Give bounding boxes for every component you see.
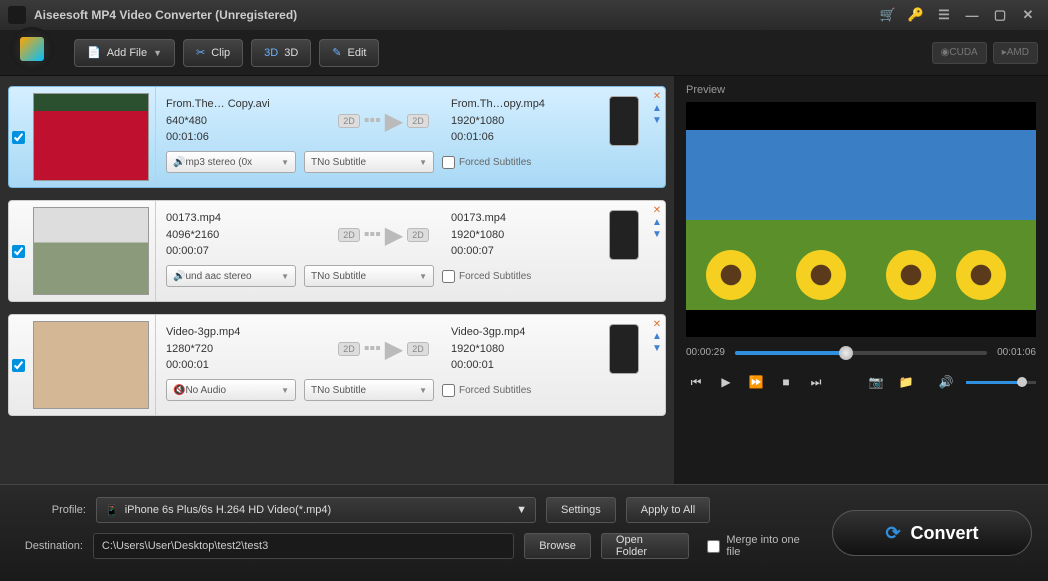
move-down-icon[interactable]: ▼ (651, 115, 663, 126)
destination-label: Destination: (16, 540, 83, 552)
output-meta: 00173.mp4 1920*1080 00:00:07 (451, 210, 601, 260)
toolbar: 📄 Add File ▼ ✂ Clip 3D 3D ✎ Edit ◉ CUDA … (0, 30, 1048, 76)
key-icon[interactable]: 🔑 (904, 5, 928, 25)
file-checkbox[interactable] (12, 359, 25, 372)
preview-title: Preview (686, 84, 1036, 96)
source-meta: From.The… Copy.avi 640*480 00:01:06 (166, 96, 316, 146)
open-folder-button[interactable]: Open Folder (601, 533, 689, 559)
apply-all-button[interactable]: Apply to All (626, 497, 710, 523)
folder-icon[interactable]: 📁 (896, 372, 916, 392)
forced-subtitles-check[interactable]: Forced Subtitles (442, 270, 531, 283)
refresh-icon: ⟳ (885, 523, 900, 544)
forced-subtitles-check[interactable]: Forced Subtitles (442, 156, 531, 169)
remove-item-icon[interactable]: ✕ (651, 319, 663, 330)
play-icon[interactable]: ▶ (716, 372, 736, 392)
move-up-icon[interactable]: ▲ (651, 217, 663, 228)
scissors-icon: ✂ (196, 46, 205, 59)
three-d-icon: 3D (264, 47, 278, 59)
three-d-label: 3D (284, 47, 298, 59)
snapshot-icon[interactable]: 📷 (866, 372, 886, 392)
fast-forward-icon[interactable]: ⏩ (746, 372, 766, 392)
edit-label: Edit (348, 47, 367, 59)
preview-video (686, 102, 1036, 337)
subtitle-dropdown[interactable]: T No Subtitle▼ (304, 151, 434, 173)
next-icon[interactable]: ⏭ (806, 372, 826, 392)
add-file-icon: 📄 (87, 46, 101, 59)
file-thumbnail (33, 207, 149, 295)
add-file-label: Add File (107, 47, 147, 59)
move-up-icon[interactable]: ▲ (651, 103, 663, 114)
edit-button[interactable]: ✎ Edit (319, 39, 379, 67)
forced-subtitles-check[interactable]: Forced Subtitles (442, 384, 531, 397)
maximize-icon[interactable]: ▢ (988, 5, 1012, 25)
settings-button[interactable]: Settings (546, 497, 616, 523)
cart-icon[interactable]: 🛒 (876, 5, 900, 25)
remove-item-icon[interactable]: ✕ (651, 91, 663, 102)
volume-icon[interactable]: 🔊 (936, 372, 956, 392)
audio-dropdown[interactable]: 🔇 No Audio▼ (166, 379, 296, 401)
clip-button[interactable]: ✂ Clip (183, 39, 243, 67)
clip-label: Clip (211, 47, 230, 59)
file-list: From.The… Copy.avi 640*480 00:01:06 2D ▪… (0, 76, 674, 484)
edit-icon: ✎ (332, 46, 341, 59)
remove-item-icon[interactable]: ✕ (651, 205, 663, 216)
volume-slider[interactable] (966, 381, 1036, 384)
subtitle-dropdown[interactable]: T No Subtitle▼ (304, 265, 434, 287)
profile-label: Profile: (16, 504, 86, 516)
prev-icon[interactable]: ⏮ (686, 372, 706, 392)
output-meta: From.Th…opy.mp4 1920*1080 00:01:06 (451, 96, 601, 146)
seek-slider[interactable] (735, 351, 987, 355)
audio-dropdown[interactable]: 🔊 und aac stereo▼ (166, 265, 296, 287)
menu-icon[interactable]: ☰ (932, 5, 956, 25)
merge-checkbox[interactable]: Merge into one file (707, 534, 812, 558)
convert-label: Convert (911, 523, 979, 544)
app-logo-small (8, 6, 26, 24)
three-d-button[interactable]: 3D 3D (251, 39, 311, 67)
bottom-panel: Profile: 📱 iPhone 6s Plus/6s H.264 HD Vi… (0, 484, 1048, 581)
move-down-icon[interactable]: ▼ (651, 229, 663, 240)
stop-icon[interactable]: ■ (776, 372, 796, 392)
convert-button[interactable]: ⟳ Convert (832, 510, 1032, 556)
output-meta: Video-3gp.mp4 1920*1080 00:00:01 (451, 324, 601, 374)
app-title: Aiseesoft MP4 Video Converter (Unregiste… (34, 8, 297, 22)
preview-panel: Preview 00:00:29 00:01:06 ⏮ ▶ ⏩ ■ ⏭ 📷 (674, 76, 1048, 484)
audio-dropdown[interactable]: 🔊 mp3 stereo (0x▼ (166, 151, 296, 173)
browse-button[interactable]: Browse (524, 533, 591, 559)
file-checkbox[interactable] (12, 131, 25, 144)
titlebar: Aiseesoft MP4 Video Converter (Unregiste… (0, 0, 1048, 30)
device-icon (609, 324, 639, 374)
chevron-down-icon: ▼ (516, 504, 527, 516)
time-total: 00:01:06 (997, 347, 1036, 358)
move-up-icon[interactable]: ▲ (651, 331, 663, 342)
file-item[interactable]: From.The… Copy.avi 640*480 00:01:06 2D ▪… (8, 86, 666, 188)
move-down-icon[interactable]: ▼ (651, 343, 663, 354)
subtitle-dropdown[interactable]: T No Subtitle▼ (304, 379, 434, 401)
minimize-icon[interactable]: — (960, 5, 984, 25)
file-thumbnail (33, 321, 149, 409)
conversion-arrow: 2D ▪▪▪ ▶ 2D (316, 221, 451, 250)
add-file-button[interactable]: 📄 Add File ▼ (74, 39, 175, 67)
time-current: 00:00:29 (686, 347, 725, 358)
file-item[interactable]: 00173.mp4 4096*2160 00:00:07 2D ▪▪▪ ▶ 2D… (8, 200, 666, 302)
device-icon (609, 96, 639, 146)
amd-badge: ▸ AMD (993, 42, 1038, 64)
close-icon[interactable]: ✕ (1016, 5, 1040, 25)
profile-dropdown[interactable]: 📱 iPhone 6s Plus/6s H.264 HD Video(*.mp4… (96, 497, 536, 523)
chevron-down-icon: ▼ (153, 48, 162, 58)
source-meta: Video-3gp.mp4 1280*720 00:00:01 (166, 324, 316, 374)
cuda-badge: ◉ CUDA (932, 42, 987, 64)
source-meta: 00173.mp4 4096*2160 00:00:07 (166, 210, 316, 260)
file-checkbox[interactable] (12, 245, 25, 258)
file-thumbnail (33, 93, 149, 181)
destination-input[interactable]: C:\Users\User\Desktop\test2\test3 (93, 533, 514, 559)
app-logo (10, 27, 54, 71)
conversion-arrow: 2D ▪▪▪ ▶ 2D (316, 335, 451, 364)
file-item[interactable]: Video-3gp.mp4 1280*720 00:00:01 2D ▪▪▪ ▶… (8, 314, 666, 416)
device-icon (609, 210, 639, 260)
conversion-arrow: 2D ▪▪▪ ▶ 2D (316, 107, 451, 136)
